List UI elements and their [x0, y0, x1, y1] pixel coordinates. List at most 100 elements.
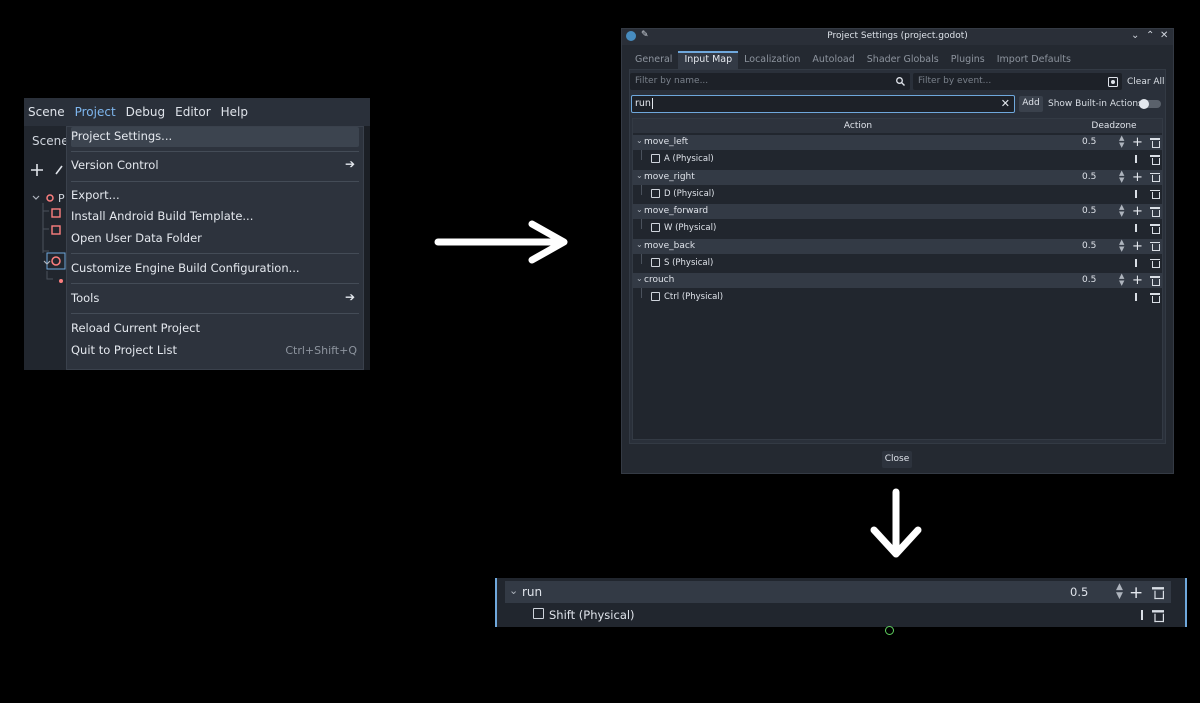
edit-event-icon[interactable] [1135, 189, 1137, 198]
menu-item-shortcut: Ctrl+Shift+Q [285, 344, 357, 357]
menu-item-version-control[interactable]: Version Control ➔ [71, 156, 359, 176]
remove-action-icon[interactable] [1150, 172, 1160, 182]
filter-by-name-input[interactable]: Filter by name... [630, 73, 910, 90]
tree-root-label[interactable]: P [58, 192, 65, 205]
remove-event-icon[interactable] [1150, 258, 1160, 268]
close-button[interactable]: Close [882, 451, 912, 468]
clear-input-icon[interactable]: ✕ [1001, 97, 1010, 110]
add-event-icon[interactable]: + [1132, 136, 1143, 149]
edit-event-icon[interactable] [1141, 610, 1143, 620]
action-row[interactable]: ⌄ move_left 0.5 ▲ ▼ + [633, 135, 1162, 150]
menu-item-install-android-template[interactable]: Install Android Build Template... [71, 207, 359, 227]
menu-separator [71, 181, 359, 182]
remove-event-icon[interactable] [1150, 155, 1160, 165]
spinner-icon[interactable]: ▲ ▼ [1116, 583, 1123, 601]
spinner-icon[interactable]: ▲ ▼ [1119, 273, 1124, 287]
menu-help[interactable]: Help [220, 105, 256, 119]
menu-item-tools[interactable]: Tools ➔ [71, 289, 359, 309]
add-event-icon[interactable]: + [1132, 274, 1143, 287]
listen-event-icon[interactable] [1108, 77, 1118, 87]
action-name: crouch [644, 275, 675, 285]
spinner-icon[interactable]: ▲ ▼ [1119, 135, 1124, 149]
tab-plugins[interactable]: Plugins [945, 51, 991, 69]
tab-shader-globals[interactable]: Shader Globals [861, 51, 945, 69]
action-row[interactable]: ⌄ crouch 0.5 ▲ ▼ + [633, 273, 1162, 288]
link-icon[interactable] [54, 164, 64, 176]
tab-localization[interactable]: Localization [738, 51, 806, 69]
menu-separator [71, 283, 359, 284]
edit-event-icon[interactable] [1135, 258, 1137, 267]
add-node-icon[interactable] [31, 164, 43, 176]
remove-action-icon[interactable] [1150, 276, 1160, 286]
table-header: Action Deadzone [633, 119, 1162, 133]
close-icon[interactable]: ✕ [1160, 30, 1168, 41]
collapse-icon[interactable]: ⌄ [636, 205, 643, 214]
tab-import-defaults[interactable]: Import Defaults [991, 51, 1077, 69]
menu-item-customize-build[interactable]: Customize Engine Build Configuration... [71, 259, 359, 279]
input-map-panel: Filter by name... Filter by event... Cle… [629, 69, 1166, 444]
add-event-icon[interactable]: + [1129, 585, 1143, 602]
edit-event-icon[interactable] [1135, 224, 1137, 232]
tree-line [641, 150, 642, 160]
add-event-icon[interactable]: + [1132, 205, 1143, 218]
action-row[interactable]: ⌄ move_back 0.5 ▲ ▼ + [633, 238, 1162, 254]
show-builtin-toggle[interactable] [1139, 99, 1161, 109]
collision-icon [51, 225, 61, 235]
deadzone-value[interactable]: 0.5 [1070, 585, 1088, 599]
action-row-run[interactable]: ⌄ run 0.5 ▲ ▼ + [505, 581, 1171, 603]
event-row[interactable]: S (Physical) [633, 253, 1162, 271]
new-action-value: run [635, 98, 651, 109]
menu-item-export[interactable]: Export... [71, 186, 359, 206]
tab-general[interactable]: General [629, 51, 678, 69]
menu-item-open-user-data[interactable]: Open User Data Folder [71, 229, 359, 249]
event-row[interactable]: W (Physical) [633, 219, 1162, 236]
tab-autoload[interactable]: Autoload [806, 51, 860, 69]
menu-scene[interactable]: Scene [27, 105, 73, 119]
dialog-title: Project Settings (project.godot) [827, 31, 968, 41]
remove-action-icon[interactable] [1151, 587, 1165, 599]
new-action-input[interactable]: run ✕ [631, 95, 1015, 113]
spinner-icon[interactable]: ▲ ▼ [1119, 204, 1124, 218]
menu-project[interactable]: Project [74, 105, 124, 119]
keyboard-icon [651, 223, 660, 232]
menu-item-quit-to-list[interactable]: Quit to Project List Ctrl+Shift+Q [71, 341, 359, 361]
collapse-icon[interactable]: ⌄ [636, 171, 643, 180]
maximize-icon[interactable]: ⌃ [1146, 30, 1154, 41]
menu-editor[interactable]: Editor [174, 105, 219, 119]
minimize-icon[interactable]: ⌄ [1131, 30, 1139, 41]
clear-all-button[interactable]: Clear All [1127, 77, 1165, 87]
event-row-shift[interactable]: Shift (Physical) [505, 605, 1171, 625]
edit-event-icon[interactable] [1135, 293, 1137, 301]
action-row[interactable]: ⌄ move_right 0.5 ▲ ▼ + [633, 169, 1162, 185]
collapse-icon[interactable]: ⌄ [636, 240, 643, 249]
edit-event-icon[interactable] [1135, 155, 1137, 163]
menu-debug[interactable]: Debug [125, 105, 173, 119]
remove-event-icon[interactable] [1151, 610, 1165, 622]
spinner-icon[interactable]: ▲ ▼ [1119, 238, 1124, 253]
collapse-icon[interactable]: ⌄ [636, 136, 643, 145]
spinner-icon[interactable]: ▲ ▼ [1119, 169, 1124, 184]
filter-by-event-input[interactable]: Filter by event... [913, 73, 1122, 90]
event-row[interactable]: D (Physical) [633, 184, 1162, 202]
add-action-button[interactable]: Add [1019, 96, 1043, 112]
remove-event-icon[interactable] [1150, 293, 1160, 303]
tab-input-map[interactable]: Input Map [678, 51, 739, 69]
keyboard-icon [533, 608, 544, 619]
menu-item-project-settings[interactable]: Project Settings... [71, 127, 359, 147]
remove-event-icon[interactable] [1150, 224, 1160, 234]
event-row[interactable]: A (Physical) [633, 150, 1162, 167]
collapse-icon[interactable]: ⌄ [509, 584, 518, 597]
remove-action-icon[interactable] [1150, 241, 1160, 251]
remove-event-icon[interactable] [1150, 189, 1160, 199]
action-row[interactable]: ⌄ move_forward 0.5 ▲ ▼ + [633, 204, 1162, 219]
scene-dock-tab[interactable]: Scene [24, 130, 69, 152]
menu-item-reload-project[interactable]: Reload Current Project [71, 319, 359, 339]
menu-item-label: Project Settings... [71, 129, 173, 143]
remove-action-icon[interactable] [1150, 207, 1160, 217]
event-row[interactable]: Ctrl (Physical) [633, 288, 1162, 305]
scene-tree-icons [32, 194, 66, 283]
add-event-icon[interactable]: + [1132, 171, 1143, 184]
remove-action-icon[interactable] [1150, 138, 1160, 148]
add-event-icon[interactable]: + [1132, 240, 1143, 253]
collapse-icon[interactable]: ⌄ [636, 274, 643, 283]
